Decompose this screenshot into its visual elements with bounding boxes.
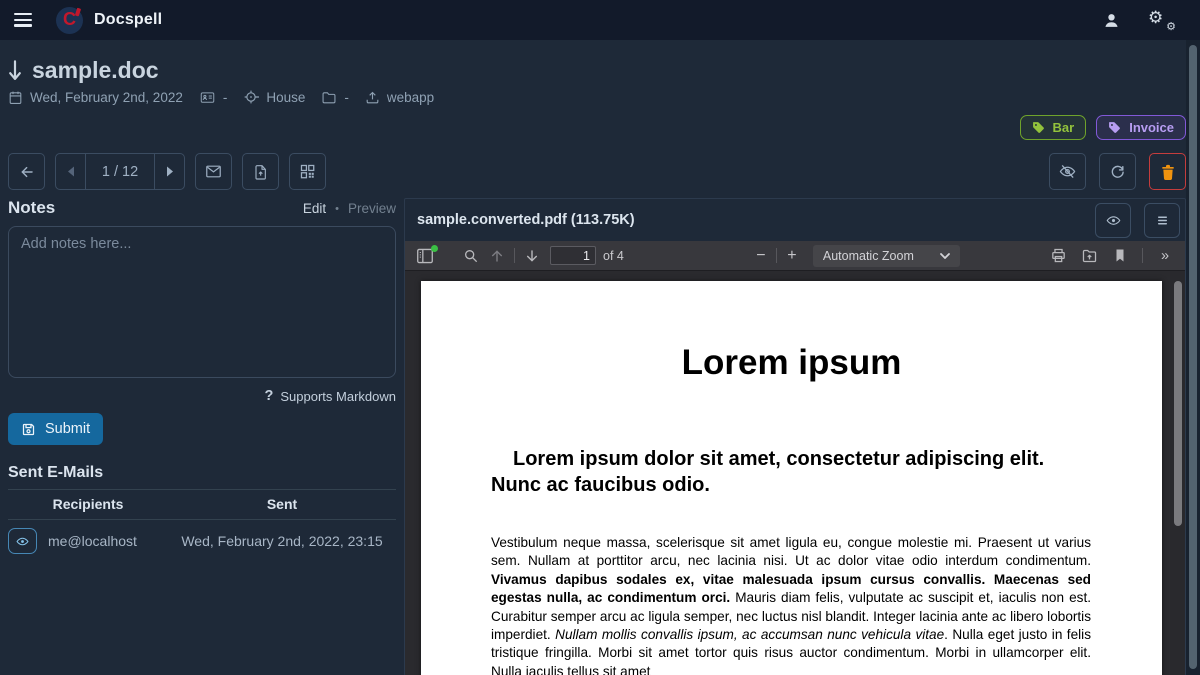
attachment-filename: sample.converted.pdf (113.75K): [417, 212, 635, 228]
pdf-bookmark-button[interactable]: [1107, 243, 1133, 269]
next-page-button[interactable]: [155, 154, 184, 189]
back-button[interactable]: [8, 153, 45, 190]
eye-icon: [15, 535, 30, 548]
calendar-icon: [8, 90, 23, 105]
pdf-next-page-button[interactable]: [519, 243, 545, 269]
sent-emails-heading: Sent E-Mails: [8, 464, 396, 482]
notes-preview-link[interactable]: Preview: [348, 201, 396, 216]
trash-icon: [1160, 163, 1176, 181]
download-arrow-icon: [8, 59, 22, 83]
menu-bars-icon: [1155, 214, 1170, 227]
attachment-panel: sample.converted.pdf (113.75K): [404, 198, 1186, 675]
pdf-page-count: of 4: [603, 249, 624, 263]
delete-button[interactable]: [1149, 153, 1186, 190]
pdf-document-paragraph: Vestibulum neque massa, scelerisque sit …: [491, 534, 1091, 675]
eye-icon: [1105, 213, 1122, 228]
window-scrollbar-track: [1186, 40, 1200, 675]
pdf-prev-page-button[interactable]: [484, 243, 510, 269]
arrow-left-icon: [18, 164, 36, 180]
attachment-header: sample.converted.pdf (113.75K): [405, 199, 1185, 241]
tag-chip-invoice[interactable]: Invoice: [1096, 115, 1186, 140]
window-scrollbar-thumb[interactable]: [1189, 45, 1197, 669]
view-mail-button[interactable]: [8, 528, 37, 554]
meta-correspondent: -: [199, 90, 228, 105]
user-icon[interactable]: [1103, 12, 1120, 29]
pdf-viewer: Lorem ipsum Lorem ipsum dolor sit amet, …: [405, 271, 1185, 675]
column-header-sent: Sent: [168, 496, 396, 512]
pdf-document-heading: Lorem ipsum dolor sit amet, consectetur …: [491, 446, 1092, 498]
mail-recipients: me@localhost: [48, 533, 137, 549]
pdf-toolbar: of 4 − + Automatic Zoom: [405, 241, 1185, 271]
pdf-page-number-input[interactable]: [550, 246, 596, 265]
document-meta-row: Wed, February 2nd, 2022 - House -: [8, 89, 1186, 105]
document-title: sample.doc: [32, 57, 159, 84]
file-upload-icon: [253, 163, 269, 181]
page-indicator: 1 / 12: [85, 154, 155, 189]
envelope-icon: [204, 163, 223, 180]
dot-separator: •: [335, 203, 339, 215]
meta-source: webapp: [365, 90, 434, 105]
folder-icon: [321, 90, 337, 105]
pdf-print-button[interactable]: [1045, 243, 1071, 269]
notes-panel: Notes Edit • Preview ? Supports Markdown…: [8, 198, 396, 562]
column-header-recipients: Recipients: [8, 496, 168, 512]
markdown-hint: ? Supports Markdown: [8, 388, 396, 404]
upload-icon: [365, 90, 380, 105]
unconfirm-button[interactable]: [1049, 153, 1086, 190]
meta-date: Wed, February 2nd, 2022: [8, 90, 183, 105]
submit-notes-button[interactable]: Submit: [8, 413, 103, 445]
app-brand: C Docspell: [56, 7, 162, 34]
meta-folder: -: [321, 90, 349, 105]
eye-slash-icon: [1058, 163, 1077, 180]
pdf-search-button[interactable]: [458, 243, 484, 269]
sent-emails-table: Recipients Sent me@localhost Wed, Februa…: [8, 489, 396, 562]
attachment-pager: 1 / 12: [55, 153, 185, 190]
add-files-button[interactable]: [242, 153, 279, 190]
table-row: me@localhost Wed, February 2nd, 2022, 23…: [8, 520, 396, 562]
prev-page-button[interactable]: [56, 154, 85, 189]
notes-edit-link[interactable]: Edit: [303, 201, 326, 216]
pdf-save-button[interactable]: [1076, 243, 1102, 269]
tags-row: Bar Invoice: [8, 115, 1186, 140]
attachment-menu-button[interactable]: [1144, 203, 1180, 238]
pdf-zoom-in-button[interactable]: +: [781, 247, 803, 265]
item-id-qr-button[interactable]: [289, 153, 326, 190]
tag-icon: [1032, 121, 1045, 134]
tag-chip-bar[interactable]: Bar: [1020, 115, 1087, 140]
document-title-row: sample.doc: [8, 57, 1186, 84]
pdf-zoom-select[interactable]: Automatic Zoom: [813, 245, 960, 267]
notes-textarea[interactable]: [8, 226, 396, 378]
crosshairs-icon: [243, 89, 259, 105]
mail-sent-date: Wed, February 2nd, 2022, 23:15: [168, 533, 396, 549]
pdf-scrollbar-thumb[interactable]: [1174, 281, 1182, 526]
hamburger-menu-icon[interactable]: [14, 13, 34, 27]
question-mark-icon: ?: [265, 388, 274, 404]
address-card-icon: [199, 90, 216, 105]
docspell-logo-icon: C: [56, 7, 83, 34]
tag-icon: [1108, 121, 1121, 134]
pdf-document-title: Lorem ipsum: [421, 343, 1162, 383]
reprocess-button[interactable]: [1099, 153, 1136, 190]
pdf-sidebar-toggle-button[interactable]: [412, 243, 438, 269]
pdf-page: Lorem ipsum Lorem ipsum dolor sit amet, …: [421, 281, 1162, 675]
item-toolbar: 1 / 12: [8, 153, 1186, 190]
save-icon: [21, 422, 36, 437]
sidebar-badge: [431, 245, 438, 252]
top-navbar: C Docspell ⚙ ⚙: [0, 0, 1200, 40]
notes-heading: Notes: [8, 198, 55, 218]
refresh-icon: [1109, 163, 1126, 180]
pdf-more-tools-button[interactable]: »: [1152, 243, 1178, 269]
meta-concerning: House: [243, 89, 305, 105]
attachment-view-button[interactable]: [1095, 203, 1131, 238]
qrcode-icon: [299, 163, 316, 180]
chevron-down-icon: [940, 253, 950, 259]
send-mail-button[interactable]: [195, 153, 232, 190]
pdf-zoom-out-button[interactable]: −: [750, 247, 772, 265]
gears-settings-icon[interactable]: ⚙ ⚙: [1148, 10, 1174, 30]
app-title: Docspell: [94, 11, 162, 29]
